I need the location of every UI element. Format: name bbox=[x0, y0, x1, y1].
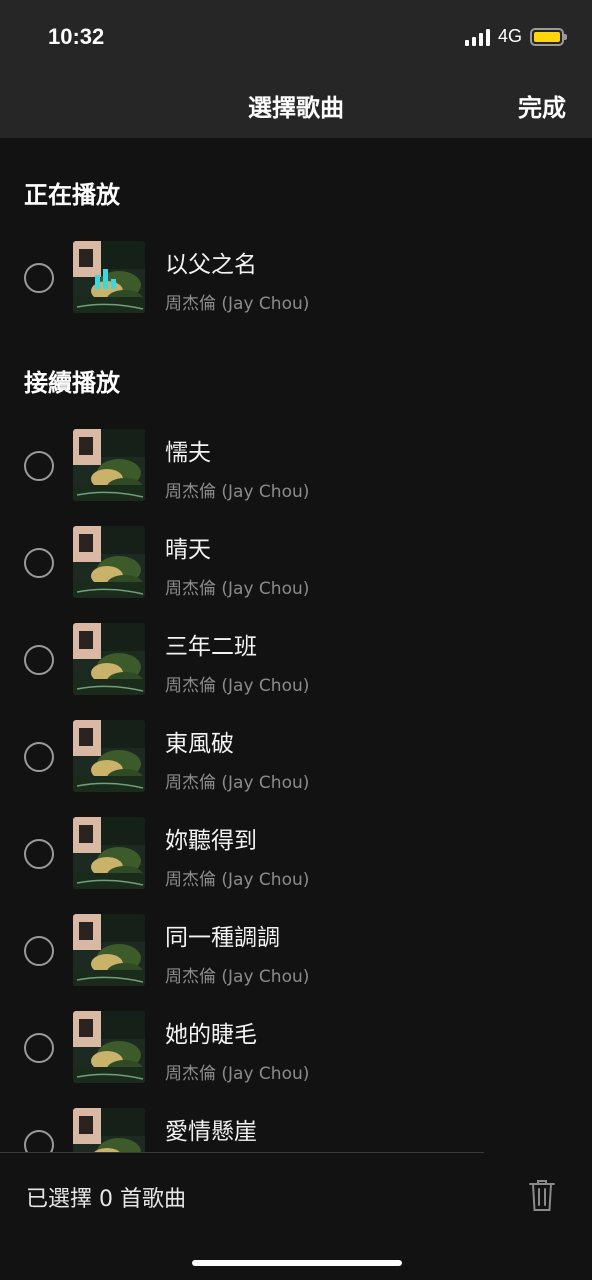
radio-icon[interactable] bbox=[24, 548, 54, 578]
now-playing-row[interactable]: 以父之名周杰倫 (Jay Chou) bbox=[0, 241, 592, 315]
album-cover-icon bbox=[73, 817, 145, 889]
radio-icon[interactable] bbox=[24, 742, 54, 772]
radio-icon[interactable] bbox=[24, 839, 54, 869]
selected-count: 已選擇 0 首歌曲 bbox=[26, 1187, 186, 1212]
song-title: 以父之名 bbox=[165, 252, 257, 278]
radio-icon[interactable] bbox=[24, 263, 54, 293]
queue-row[interactable]: 東風破周杰倫 (Jay Chou) bbox=[0, 720, 592, 794]
song-artist: 周杰倫 (Jay Chou) bbox=[165, 676, 310, 696]
song-artist: 周杰倫 (Jay Chou) bbox=[165, 870, 310, 890]
song-title: 妳聽得到 bbox=[165, 828, 257, 854]
queue-row[interactable]: 妳聽得到周杰倫 (Jay Chou) bbox=[0, 817, 592, 891]
album-cover-icon bbox=[73, 1011, 145, 1083]
song-artist: 周杰倫 (Jay Chou) bbox=[165, 967, 310, 987]
song-title: 晴天 bbox=[165, 537, 211, 563]
top-bar: 10:32 4G 選擇歌曲 完成 bbox=[0, 0, 592, 138]
album-cover-icon bbox=[73, 720, 145, 792]
done-button[interactable]: 完成 bbox=[518, 88, 566, 123]
section-now-playing: 正在播放 bbox=[24, 181, 120, 209]
song-title: 東風破 bbox=[165, 731, 234, 757]
song-title: 同一種調調 bbox=[165, 925, 280, 951]
song-artist: 周杰倫 (Jay Chou) bbox=[165, 773, 310, 793]
queue-row[interactable]: 她的睫毛周杰倫 (Jay Chou) bbox=[0, 1011, 592, 1085]
status-time: 10:32 bbox=[48, 24, 105, 49]
radio-icon[interactable] bbox=[24, 1033, 54, 1063]
selection-footer: 已選擇 0 首歌曲 bbox=[0, 1152, 592, 1280]
song-artist: 周杰倫 (Jay Chou) bbox=[165, 294, 310, 314]
album-cover-icon bbox=[73, 429, 145, 501]
divider bbox=[0, 1152, 484, 1153]
radio-icon[interactable] bbox=[24, 936, 54, 966]
song-title: 懦夫 bbox=[165, 440, 211, 466]
radio-icon[interactable] bbox=[24, 645, 54, 675]
queue-row[interactable]: 三年二班周杰倫 (Jay Chou) bbox=[0, 623, 592, 697]
album-cover-icon bbox=[73, 914, 145, 986]
album-cover-icon bbox=[73, 526, 145, 598]
signal-icon bbox=[464, 28, 490, 46]
battery-icon bbox=[530, 27, 567, 46]
queue-row[interactable]: 晴天周杰倫 (Jay Chou) bbox=[0, 526, 592, 600]
song-title: 三年二班 bbox=[165, 634, 257, 660]
song-artist: 周杰倫 (Jay Chou) bbox=[165, 1064, 310, 1084]
home-indicator bbox=[192, 1260, 402, 1266]
page-title: 選擇歌曲 bbox=[248, 94, 344, 122]
queue-row[interactable]: 懦夫周杰倫 (Jay Chou) bbox=[0, 429, 592, 503]
section-up-next: 接續播放 bbox=[24, 369, 120, 397]
queue-row[interactable]: 同一種調調周杰倫 (Jay Chou) bbox=[0, 914, 592, 988]
song-title: 愛情懸崖 bbox=[165, 1119, 257, 1145]
radio-icon[interactable] bbox=[24, 451, 54, 481]
song-artist: 周杰倫 (Jay Chou) bbox=[165, 482, 310, 502]
song-artist: 周杰倫 (Jay Chou) bbox=[165, 579, 310, 599]
status-indicators: 4G bbox=[464, 26, 567, 47]
album-cover-icon bbox=[73, 241, 145, 313]
album-cover-icon bbox=[73, 623, 145, 695]
song-title: 她的睫毛 bbox=[165, 1022, 257, 1048]
network-type: 4G bbox=[497, 26, 522, 46]
trash-icon[interactable] bbox=[528, 1178, 556, 1212]
